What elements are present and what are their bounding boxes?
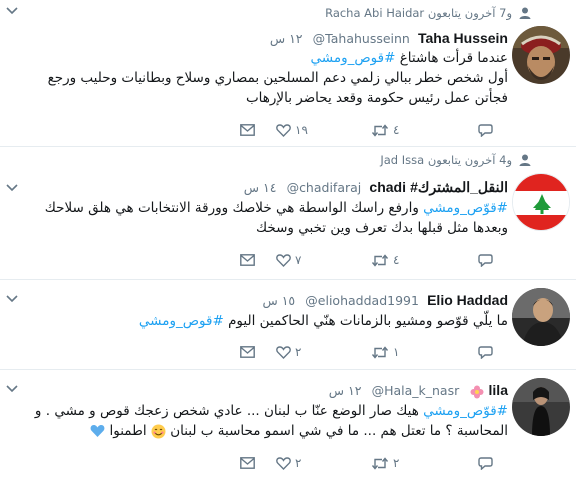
hashtag-link[interactable]: #قوّص_ومشي [423,200,508,216]
like-button[interactable]: ٧ [276,251,301,269]
heart-icon [276,123,291,137]
hashtag-link[interactable]: #قوص_ومشي [139,313,224,329]
tweet-time[interactable]: ١٤ س [244,180,277,195]
tweet-author-name[interactable]: Taha Hussein [418,30,508,46]
envelope-icon [240,254,255,266]
chevron-down-icon[interactable] [6,294,18,304]
avatar[interactable] [512,288,570,346]
tweet-handle[interactable]: @eliohaddad1991 [305,293,419,308]
tweet[interactable]: و4 آخرون يتابعون Jad Issa ١٤ س @chadifar… [0,147,576,280]
like-button[interactable]: ٢ [276,454,301,472]
reply-icon [478,123,493,137]
social-context[interactable]: و7 آخرون يتابعون Racha Abi Haidar [325,6,512,20]
tweet-actions: ٧ ٤ [240,251,540,269]
retweet-button[interactable]: ٤ [371,121,399,139]
person-icon [519,154,531,166]
tweet-text: #قوّص_ومشي هيك صار الوضع عنّا ب لبنان ..… [34,403,508,439]
hashtag-link[interactable]: #قوص_ومشي [311,50,396,66]
reply-icon [478,456,493,470]
timeline-feed: و7 آخرون يتابعون Racha Abi Haidar ١٢ س @… [0,0,576,481]
tweet-time[interactable]: ١٢ س [329,383,362,398]
tweet-author-hashtag: #النقل_المشترك [410,179,508,195]
blue-heart-icon [90,425,105,437]
like-count: ٧ [295,253,302,267]
reply-icon [478,253,493,267]
tweet-header: ١٤ س @chadifaraj chadi #النقل_المشترك [244,179,508,197]
hashtag-link[interactable]: #قوّص_ومشي [423,403,508,419]
social-context-actor[interactable]: Racha Abi Haidar [325,6,424,20]
retweet-icon [371,456,389,470]
dm-button[interactable] [240,251,255,269]
retweet-count: ٤ [393,253,400,267]
tweet[interactable]: ١٢ س @Hala_k_nasr lila #قوّص_ومشي هيك صا… [0,370,576,481]
reply-button[interactable] [474,121,493,139]
retweet-count: ٢ [393,456,400,470]
retweet-icon [371,253,389,267]
tweet-actions: ١٩ ٤ [240,121,540,139]
tweet-author-name[interactable]: Elio Haddad [427,292,508,308]
like-count: ٢ [295,456,302,470]
tweet-author-name[interactable]: lila [489,382,508,398]
reply-button[interactable] [474,343,493,361]
heart-icon [276,253,291,267]
tweet-author-name[interactable]: chadi [369,179,406,195]
tweet-handle[interactable]: @chadifaraj [287,180,362,195]
retweet-icon [371,123,389,137]
tweet[interactable]: ١٥ س @eliohaddad1991 Elio Haddad ما يلّي… [0,280,576,370]
tweet-header: ١٢ س @Hala_k_nasr lila [329,382,508,400]
envelope-icon [240,346,255,358]
dm-button[interactable] [240,454,255,472]
tweet-text: ما يلّي قوّصو ومشيو بالزمانات هنّي الحاك… [138,313,508,329]
like-count: ٢ [295,345,302,359]
chevron-down-icon[interactable] [6,6,18,16]
heart-icon [276,456,291,470]
tweet-actions: ٢ ٢ [240,454,540,472]
reply-button[interactable] [474,251,493,269]
tweet[interactable]: و7 آخرون يتابعون Racha Abi Haidar ١٢ س @… [0,0,576,147]
tweet-actions: ٢ ١ [240,343,540,361]
retweet-icon [371,345,389,359]
tweet-text: عندما قرأت هاشتاغ #قوص_ومشي أول شخص خطر … [47,50,508,106]
retweet-button[interactable]: ٤ [371,251,399,269]
retweet-count: ٤ [393,123,400,137]
heart-icon [276,345,291,359]
tweet-handle[interactable]: @Tahahusseinn [313,31,410,46]
person-icon [519,7,531,19]
chevron-down-icon[interactable] [6,384,18,394]
envelope-icon [240,457,255,469]
reply-button[interactable] [474,454,493,472]
tweet-handle[interactable]: @Hala_k_nasr [372,383,460,398]
social-context-actor[interactable]: Jad Issa [380,153,424,167]
tweet-time[interactable]: ١٥ س [262,293,295,308]
dm-button[interactable] [240,343,255,361]
retweet-button[interactable]: ١ [371,343,399,361]
retweet-count: ١ [393,345,400,359]
chevron-down-icon[interactable] [6,183,18,193]
avatar[interactable] [512,173,570,231]
social-context[interactable]: و4 آخرون يتابعون Jad Issa [380,153,512,167]
retweet-button[interactable]: ٢ [371,454,399,472]
tweet-header: ١٥ س @eliohaddad1991 Elio Haddad [262,292,508,310]
envelope-icon [240,124,255,136]
tweet-header: ١٢ س @Tahahusseinn Taha Hussein [270,30,508,48]
like-count: ١٩ [295,123,308,137]
avatar[interactable] [512,378,570,436]
flower-icon [470,385,484,398]
reply-icon [478,345,493,359]
like-button[interactable]: ٢ [276,343,301,361]
tweet-time[interactable]: ١٢ س [270,31,303,46]
like-button[interactable]: ١٩ [276,121,308,139]
dm-button[interactable] [240,121,255,139]
tweet-text: #قوّص_ومشي وارفع راسك الواسطة هي خلاصك و… [44,200,508,236]
smiling-face-icon [151,424,166,438]
avatar[interactable] [512,26,570,84]
